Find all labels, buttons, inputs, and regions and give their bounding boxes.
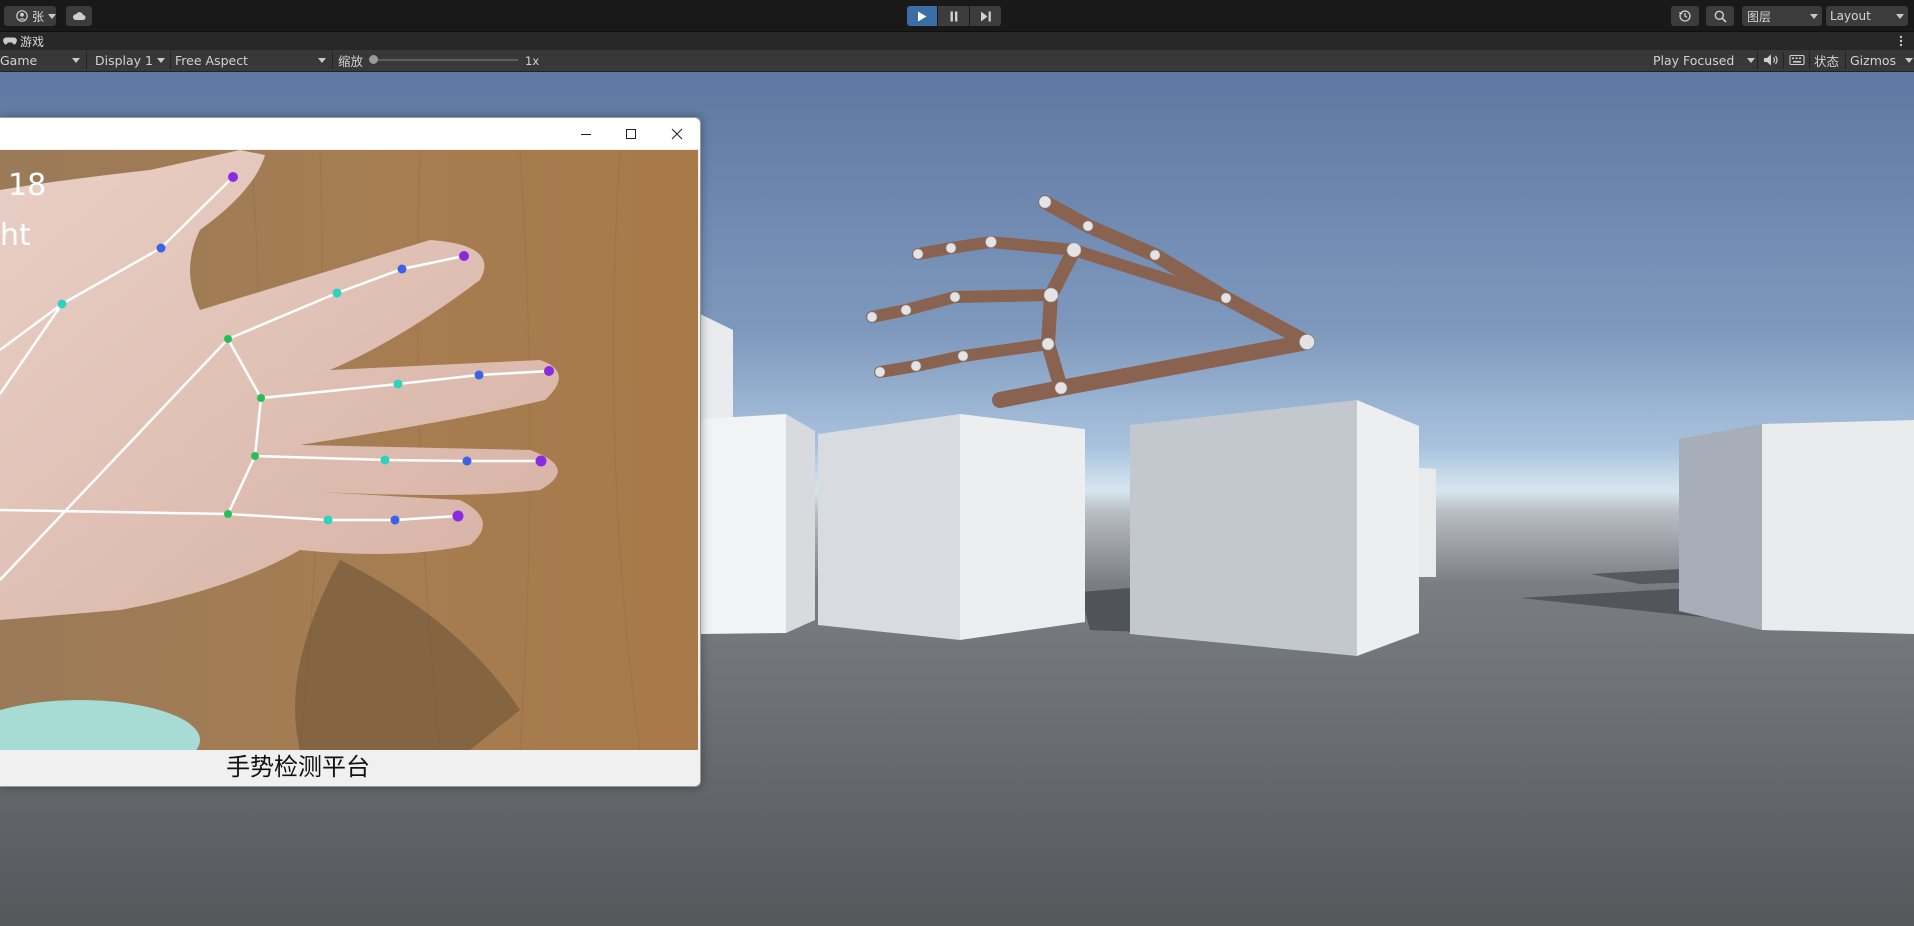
chevron-down-icon (157, 58, 165, 63)
play-focus-dropdown[interactable]: Play Focused (1653, 51, 1757, 70)
play-icon (918, 11, 927, 21)
platform-caption: 手势检测平台 (226, 753, 370, 781)
maximize-button[interactable] (608, 118, 654, 149)
play-button[interactable] (907, 6, 937, 26)
game-mode-dropdown[interactable]: Game (0, 51, 84, 70)
history-icon (1679, 10, 1691, 22)
hud-handedness: ht (0, 218, 31, 253)
mute-audio-button[interactable] (1763, 53, 1779, 67)
chevron-down-icon (1747, 58, 1755, 63)
chevron-down-icon (1896, 14, 1904, 19)
play-focus-label: Play Focused (1653, 53, 1735, 68)
game-tab-row: 游戏 (0, 32, 1914, 50)
game-view-bar: Game Display 1 Free Aspect 缩放 1x Play Fo… (0, 50, 1914, 72)
layout-label: Layout (1830, 9, 1871, 23)
chevron-down-icon (48, 14, 56, 19)
cube (1130, 400, 1357, 656)
display-label: Display 1 (95, 53, 154, 68)
keyboard-icon (1789, 54, 1805, 66)
step-icon (980, 11, 991, 21)
gizmos-label: Gizmos (1850, 53, 1897, 68)
cloud-button[interactable] (66, 6, 92, 26)
gamepad-icon (3, 37, 17, 45)
hud-value: 18 (8, 168, 47, 203)
main-toolbar: 张 图层 Layout (0, 0, 1914, 32)
step-button[interactable] (970, 6, 1001, 26)
scale-slider-handle[interactable] (369, 55, 378, 64)
chevron-down-icon (318, 58, 326, 63)
tab-label: 游戏 (20, 34, 45, 49)
window-titlebar[interactable] (0, 118, 700, 149)
account-dropdown[interactable]: 张 (4, 6, 56, 26)
display-dropdown[interactable]: Display 1 (95, 51, 167, 70)
scale-slider[interactable] (370, 59, 518, 61)
minimize-button[interactable] (563, 118, 609, 149)
pause-icon (950, 11, 957, 21)
chevron-down-icon (1810, 14, 1818, 19)
minimize-icon (581, 133, 591, 135)
game-mode-label: Game (0, 53, 38, 68)
cube (1679, 424, 1762, 630)
account-icon (16, 10, 28, 22)
chevron-down-icon (72, 58, 80, 63)
more-options-icon[interactable] (1896, 34, 1906, 48)
speaker-icon (1764, 54, 1778, 66)
aspect-dropdown[interactable]: Free Aspect (175, 51, 330, 70)
layers-label: 图层 (1747, 9, 1772, 24)
account-label: 张 (31, 9, 44, 24)
cube (960, 414, 1085, 640)
pause-button[interactable] (938, 6, 969, 26)
cube (700, 414, 786, 634)
cube (786, 414, 815, 633)
layout-dropdown[interactable]: Layout (1826, 6, 1908, 26)
camera-frame (0, 150, 698, 750)
cube (818, 414, 960, 640)
close-icon (671, 128, 683, 139)
search-icon (1714, 10, 1727, 23)
maximize-icon (626, 128, 636, 139)
gesture-detection-window[interactable]: 18 ht 手势检测平台 (0, 117, 701, 787)
camera-feed: 18 ht (0, 150, 698, 750)
search-button[interactable] (1706, 6, 1734, 26)
cloud-icon (73, 12, 86, 20)
history-button[interactable] (1671, 6, 1699, 26)
scale-label: 缩放 (338, 54, 364, 69)
aspect-label: Free Aspect (175, 53, 248, 68)
layers-dropdown[interactable]: 图层 (1742, 6, 1822, 26)
cube (1357, 400, 1419, 656)
close-button[interactable] (654, 118, 700, 149)
chevron-down-icon (1905, 58, 1913, 63)
keyboard-shortcuts-button[interactable] (1789, 53, 1805, 67)
gizmos-dropdown[interactable]: Gizmos (1850, 51, 1913, 70)
scale-value: 1x (525, 53, 540, 68)
tab-game[interactable]: 游戏 (0, 32, 44, 50)
stats-button[interactable]: 状态 (1814, 51, 1844, 70)
cube (1762, 420, 1914, 634)
